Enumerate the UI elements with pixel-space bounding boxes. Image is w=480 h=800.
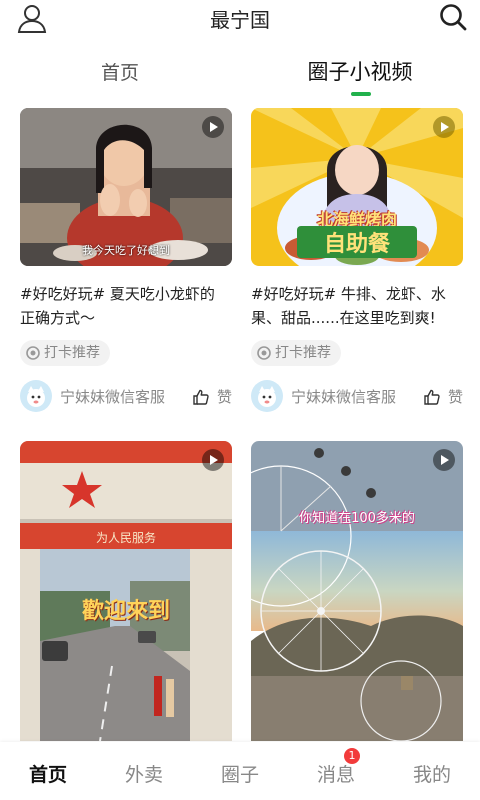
card-title-line: 正确方式～ bbox=[20, 309, 96, 327]
author-name[interactable]: 宁妹妹微信客服 bbox=[60, 386, 165, 407]
thumbs-up-icon bbox=[193, 389, 209, 405]
nav-takeout[interactable]: 外卖 bbox=[96, 760, 192, 787]
video-caption: 你知道在100多米的 bbox=[299, 511, 415, 526]
video-thumbnail[interactable]: 北海鲜烤肉 自助餐 bbox=[251, 108, 463, 266]
message-count-badge: 1 bbox=[344, 748, 360, 764]
card-title[interactable]: #好吃好玩# 夏天吃小龙虾的 正确方式～ bbox=[20, 282, 232, 330]
like-label: 赞 bbox=[447, 388, 463, 406]
tab-home[interactable]: 首页 bbox=[0, 58, 240, 85]
tag-badge[interactable]: 打卡推荐 bbox=[251, 340, 341, 366]
card-title-line: #好吃好玩# 牛排、龙虾、水 bbox=[251, 285, 446, 303]
author-row: 宁妹妹微信客服 赞 bbox=[251, 380, 463, 412]
nav-mine[interactable]: 我的 bbox=[384, 760, 480, 787]
page-title: 最宁国 bbox=[210, 8, 270, 32]
video-caption: 我今天吃了好想到 bbox=[82, 244, 170, 257]
search-icon[interactable] bbox=[438, 2, 468, 32]
author-name[interactable]: 宁妹妹微信客服 bbox=[291, 386, 396, 407]
sign-text: 为人民服务 bbox=[95, 531, 156, 545]
tab-bar: 首页 圈子小视频 bbox=[0, 52, 480, 98]
card-title-line: 果、甜品......在这里吃到爽! bbox=[251, 309, 436, 327]
video-card[interactable]: 我今天吃了好想到 #好吃好玩# 夏天吃小龙虾的 正确方式～ 打卡推荐 宁妹妹微信… bbox=[20, 108, 232, 418]
bottom-nav: 首页 外卖 圈子 消息 我的 1 bbox=[0, 742, 480, 800]
play-icon[interactable] bbox=[433, 449, 455, 471]
like-label: 赞 bbox=[216, 388, 232, 406]
tag-label: 打卡推荐 bbox=[275, 345, 331, 361]
avatar[interactable] bbox=[20, 380, 52, 412]
video-card[interactable]: 北海鲜烤肉 自助餐 #好吃好玩# 牛排、龙虾、水 果、甜品......在这里吃到… bbox=[251, 108, 463, 418]
like-button[interactable]: 赞 bbox=[193, 386, 232, 407]
video-thumbnail[interactable]: 为人民服务 歡迎來到 bbox=[20, 441, 232, 741]
tag-label: 打卡推荐 bbox=[44, 345, 100, 361]
avatar[interactable] bbox=[251, 380, 283, 412]
video-caption: 歡迎來到 bbox=[81, 599, 170, 624]
nav-circle[interactable]: 圈子 bbox=[192, 760, 288, 787]
card-title[interactable]: #好吃好玩# 牛排、龙虾、水 果、甜品......在这里吃到爽! bbox=[251, 282, 463, 330]
card-title-line: #好吃好玩# 夏天吃小龙虾的 bbox=[20, 285, 215, 303]
like-button[interactable]: 赞 bbox=[424, 386, 463, 407]
tab-circle-videos[interactable]: 圈子小视频 bbox=[240, 56, 480, 86]
video-thumbnail[interactable]: 你知道在100多米的 bbox=[251, 441, 463, 741]
video-card[interactable]: 为人民服务 歡迎來到 bbox=[20, 441, 232, 741]
active-tab-indicator bbox=[351, 92, 371, 96]
video-caption-bottom: 自助餐 bbox=[297, 226, 417, 258]
play-icon[interactable] bbox=[202, 116, 224, 138]
video-thumbnail[interactable]: 我今天吃了好想到 bbox=[20, 108, 232, 266]
video-card[interactable]: 你知道在100多米的 bbox=[251, 441, 463, 741]
target-icon bbox=[257, 346, 271, 360]
tag-badge[interactable]: 打卡推荐 bbox=[20, 340, 110, 366]
nav-home[interactable]: 首页 bbox=[0, 760, 96, 787]
nav-messages[interactable]: 消息 bbox=[288, 760, 384, 787]
target-icon bbox=[26, 346, 40, 360]
play-icon[interactable] bbox=[433, 116, 455, 138]
thumbs-up-icon bbox=[424, 389, 440, 405]
author-row: 宁妹妹微信客服 赞 bbox=[20, 380, 232, 412]
play-icon[interactable] bbox=[202, 449, 224, 471]
top-bar: 最宁国 bbox=[0, 0, 480, 36]
